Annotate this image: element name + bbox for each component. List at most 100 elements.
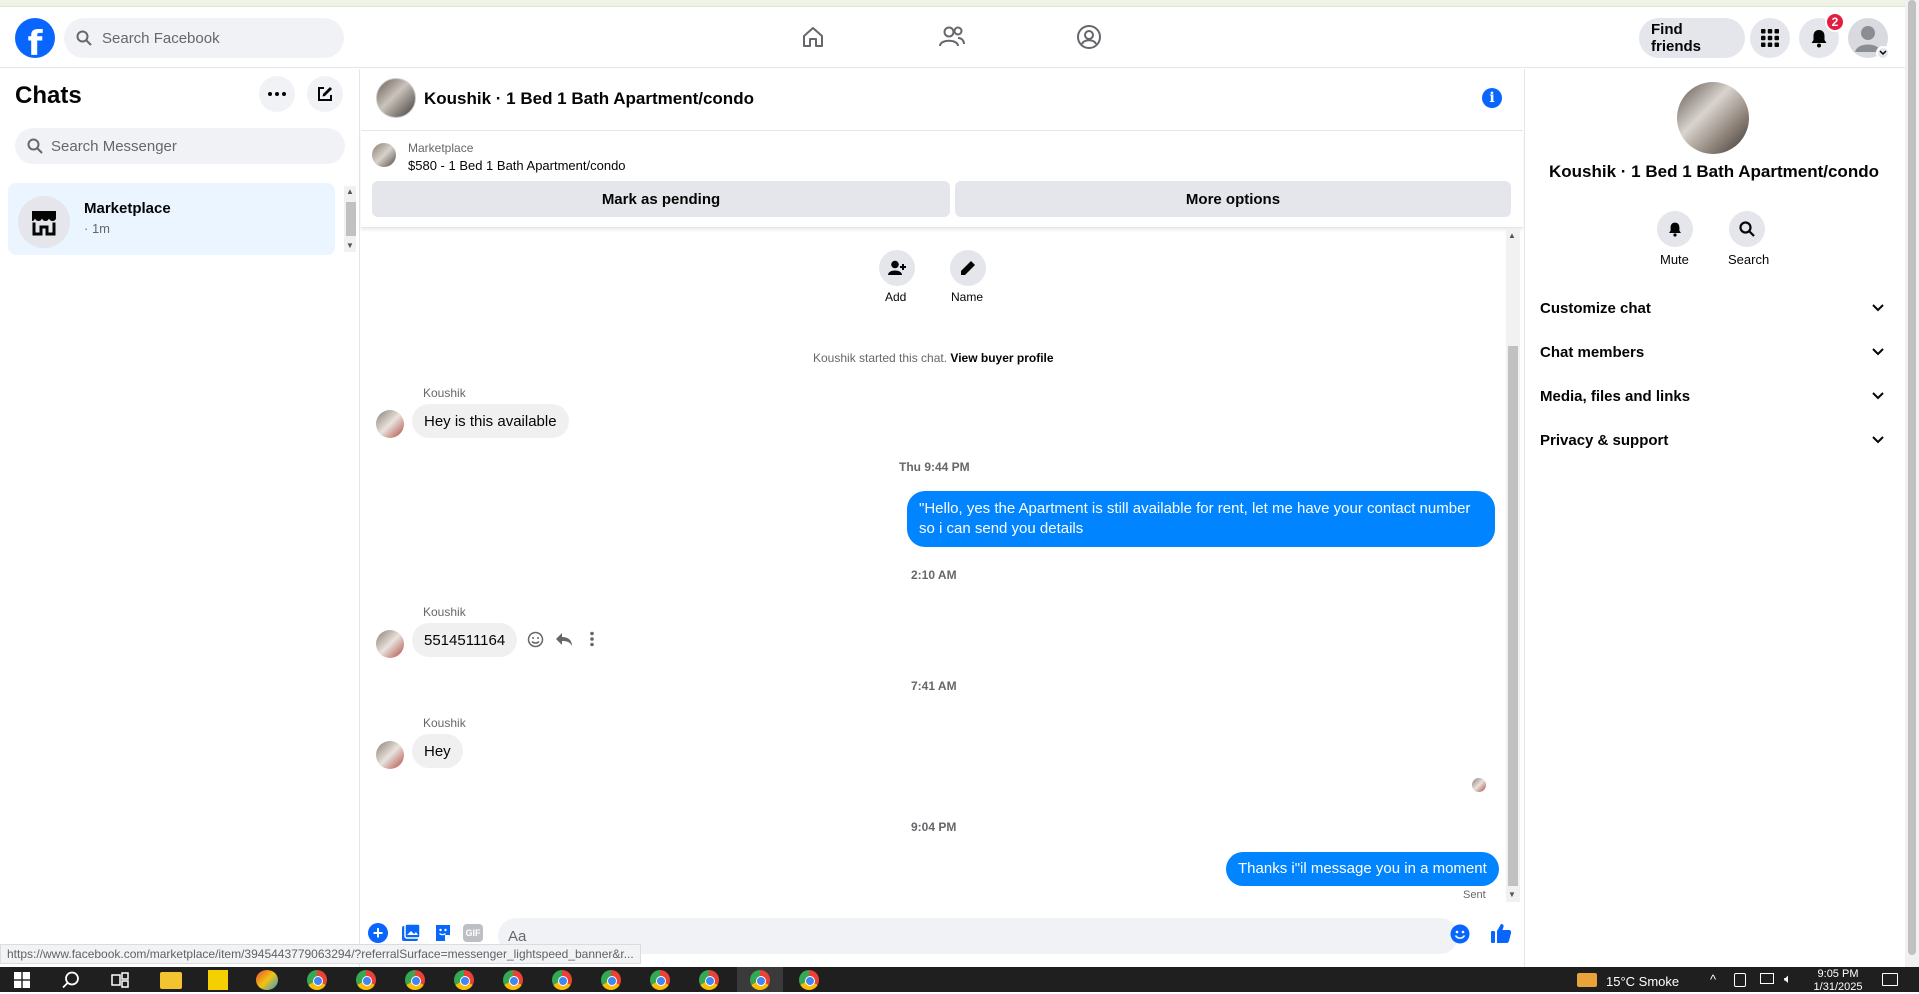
message-timestamp: 2:10 AM (911, 568, 957, 582)
chat-options-icon[interactable] (259, 76, 295, 112)
message-timestamp: 7:41 AM (911, 679, 957, 693)
react-emoji-icon[interactable] (527, 631, 544, 653)
clock-date[interactable]: 1/31/2025 (1808, 981, 1868, 992)
sticky-notes-icon[interactable] (208, 970, 228, 990)
search-icon (27, 138, 43, 154)
chrome-icon[interactable] (799, 970, 819, 990)
contact-avatar[interactable] (1677, 82, 1749, 154)
chrome-icon[interactable] (503, 970, 523, 990)
windows-start-icon[interactable] (14, 972, 30, 993)
reply-icon[interactable] (555, 631, 573, 652)
chat-title[interactable]: Koushik · 1 Bed 1 Bath Apartment/condo (424, 89, 754, 109)
section-label: Chat members (1540, 343, 1645, 361)
message-incoming[interactable]: Hey (412, 734, 463, 768)
marketplace-store-icon (18, 196, 70, 248)
more-actions-plus-icon[interactable]: + (368, 923, 388, 943)
search-conversation-icon[interactable] (1729, 211, 1765, 247)
task-view-icon[interactable] (111, 972, 129, 993)
notification-center-icon[interactable] (1882, 973, 1898, 986)
message-sender: Koushik (423, 386, 466, 400)
friends-icon[interactable] (935, 22, 969, 52)
chrome-icon[interactable] (307, 970, 327, 990)
tray-chevron-up-icon[interactable]: ^ (1710, 972, 1716, 987)
listing-title[interactable]: $580 - 1 Bed 1 Bath Apartment/condo (408, 158, 626, 173)
home-icon[interactable] (796, 22, 830, 52)
more-vertical-icon[interactable] (589, 631, 595, 652)
section-privacy-support[interactable]: Privacy & support (1540, 420, 1890, 460)
chevron-down-icon (1872, 392, 1884, 400)
messages-scrollbar[interactable] (1506, 230, 1520, 902)
clock-time[interactable]: 9:05 PM (1808, 968, 1868, 980)
search-messenger-input[interactable]: Search Messenger (15, 128, 345, 164)
volume-icon[interactable]: 🔈︎ (1784, 971, 1792, 987)
chat-started-notice: Koushik started this chat. View buyer pr… (813, 351, 1054, 365)
paint-app-icon[interactable] (256, 970, 278, 990)
new-message-icon[interactable] (307, 76, 343, 112)
file-explorer-icon[interactable] (160, 972, 182, 989)
message-sent-status: Sent (1463, 889, 1486, 901)
browser-edge (0, 0, 1919, 7)
add-label: Add (885, 290, 907, 304)
chat-header-avatar[interactable] (376, 78, 416, 118)
chrome-icon[interactable] (650, 970, 670, 990)
message-timestamp: Thu 9:44 PM (899, 460, 970, 474)
find-friends-button[interactable]: Find friends (1639, 18, 1745, 58)
network-icon[interactable] (1760, 973, 1774, 984)
more-options-button[interactable]: More options (955, 181, 1511, 217)
page-scrollbar[interactable] (1905, 0, 1919, 967)
scroll-up-arrow-icon[interactable]: ▲ (1508, 231, 1516, 240)
notification-count-badge: 2 (1825, 12, 1845, 32)
weather-text[interactable]: 15°C Smoke (1606, 974, 1679, 989)
chrome-icon[interactable] (356, 970, 376, 990)
chrome-icon[interactable] (552, 970, 572, 990)
facebook-logo-icon[interactable]: f (15, 18, 55, 58)
chrome-icon[interactable] (750, 970, 770, 990)
scroll-up-arrow-icon[interactable]: ▲ (346, 187, 354, 196)
like-thumbs-up-icon[interactable] (1490, 922, 1512, 949)
link-hover-status-url: https://www.facebook.com/marketplace/ite… (0, 944, 641, 964)
message-incoming[interactable]: Hey is this available (412, 404, 569, 438)
chrome-icon[interactable] (699, 970, 719, 990)
message-outgoing[interactable]: Thanks i"il message you in a moment (1226, 852, 1499, 886)
section-label: Customize chat (1540, 299, 1651, 317)
section-media-files-links[interactable]: Media, files and links (1540, 376, 1890, 416)
scroll-down-arrow-icon[interactable]: ▼ (346, 241, 354, 250)
chat-started-text: Koushik started this chat. (813, 351, 948, 365)
section-chat-members[interactable]: Chat members (1540, 332, 1890, 372)
sender-avatar[interactable] (376, 410, 404, 438)
name-label: Name (951, 290, 984, 304)
message-outgoing[interactable]: "Hello, yes the Apartment is still avail… (907, 491, 1495, 547)
contact-name: Koushik · 1 Bed 1 Bath Apartment/condo (1549, 162, 1879, 181)
scroll-down-arrow-icon[interactable]: ▼ (1508, 890, 1516, 899)
chrome-icon[interactable] (601, 970, 621, 990)
message-incoming[interactable]: 5514511164 (412, 623, 518, 657)
listing-thumbnail[interactable] (372, 143, 396, 167)
sender-avatar[interactable] (376, 741, 404, 769)
section-customize-chat[interactable]: Customize chat (1540, 288, 1890, 328)
sender-avatar[interactable] (376, 630, 404, 658)
search-facebook-input[interactable]: Search Facebook (64, 18, 344, 58)
message-input[interactable]: Aa (498, 918, 1458, 954)
add-person-icon[interactable] (879, 250, 915, 286)
conversation-time: · 1m (84, 221, 110, 236)
profile-circle-icon[interactable] (1072, 22, 1106, 52)
listing-source-label: Marketplace (408, 141, 474, 155)
chrome-icon[interactable] (405, 970, 425, 990)
chevron-down-icon (1872, 348, 1884, 356)
message-sender: Koushik (423, 605, 466, 619)
mute-bell-icon[interactable] (1657, 211, 1693, 247)
weather-icon[interactable] (1577, 973, 1597, 987)
info-icon[interactable]: i (1482, 88, 1502, 108)
mark-as-pending-button[interactable]: Mark as pending (372, 181, 950, 217)
menu-grid-icon[interactable] (1750, 18, 1790, 58)
view-buyer-profile-link[interactable]: View buyer profile (950, 351, 1053, 365)
chat-details-panel (1524, 69, 1919, 967)
chrome-icon[interactable] (454, 970, 474, 990)
search-facebook-placeholder: Search Facebook (102, 29, 220, 47)
account-chevron-down-icon[interactable] (1876, 46, 1890, 60)
taskbar-search-icon[interactable] (62, 971, 80, 994)
gif-icon[interactable]: GIF (463, 924, 483, 942)
edit-name-pencil-icon[interactable] (950, 250, 986, 286)
tray-device-icon[interactable] (1734, 973, 1746, 987)
emoji-picker-icon[interactable] (1450, 924, 1470, 949)
